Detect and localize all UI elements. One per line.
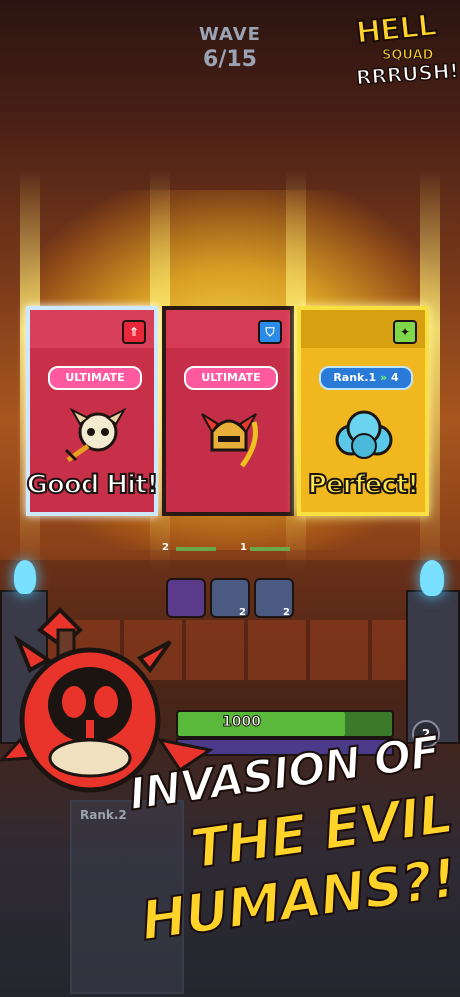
attack-icon: ⇑: [122, 320, 146, 344]
rank-to: 4: [391, 371, 399, 384]
slot-rank-label: Rank.2: [80, 808, 127, 822]
wave-label: WAVE: [199, 24, 261, 45]
logo-line-1: HELL: [353, 7, 438, 52]
ultimate-badge: ULTIMATE: [184, 366, 278, 390]
skill-slot-claw[interactable]: 2: [254, 578, 294, 618]
skill-count: 2: [283, 607, 290, 618]
mini-hp-bar: [176, 547, 216, 551]
mini-hp-count: 1: [240, 542, 247, 553]
wave-value: 6/15: [203, 47, 257, 72]
ultimate-badge: ULTIMATE: [48, 366, 142, 390]
reward-card-1[interactable]: ⇑ ULTIMATE Good Hit!: [26, 306, 160, 516]
shield-icon: ⛉: [258, 320, 282, 344]
skull-sword-icon: [64, 407, 127, 463]
game-logo: HELL SQUAD RRRUSH!: [352, 7, 460, 96]
mini-hp-count: 2: [162, 542, 169, 553]
horned-helmet-icon: [201, 413, 258, 468]
mini-hp-bar: [250, 547, 290, 551]
rank-from: Rank.1: [333, 371, 377, 384]
rank-badge: Rank.1 » 4: [319, 366, 413, 390]
sparkle-icon: ✦: [393, 320, 417, 344]
result-label: Good Hit!: [26, 469, 160, 501]
hp-value: 1000: [222, 714, 262, 731]
skill-count: 2: [239, 607, 246, 618]
rank-arrow-icon: »: [380, 371, 388, 384]
result-label: Perfect!: [307, 469, 420, 501]
reward-card-2[interactable]: ⛉ ULTIMATE: [162, 306, 294, 516]
cloud-icon: [335, 410, 393, 459]
logo-line-3: RRRUSH!: [355, 58, 460, 91]
wave-counter: WAVE 6/15: [180, 24, 280, 72]
reward-card-3[interactable]: ✦ Rank.1 » 4 Perfect!: [297, 306, 429, 516]
